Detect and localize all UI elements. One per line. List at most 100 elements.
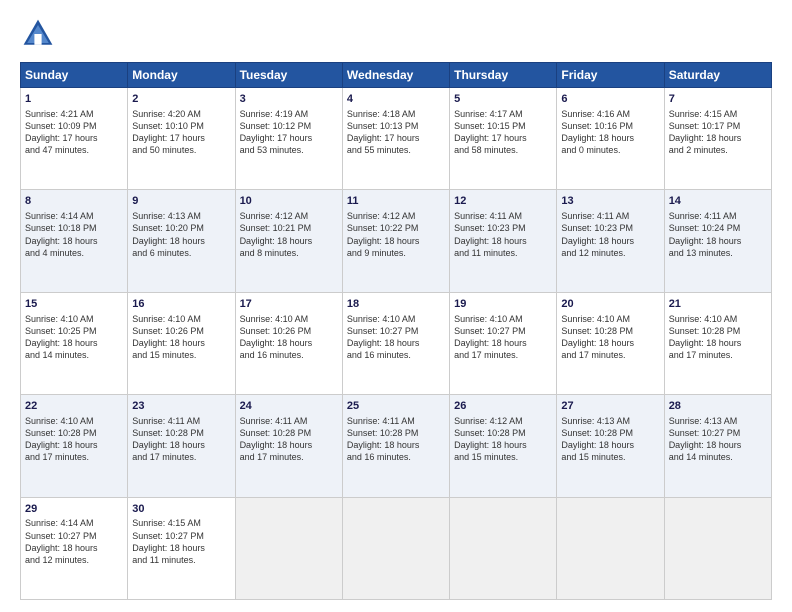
day-number: 13: [561, 194, 659, 209]
day-info: Daylight: 18 hours: [454, 235, 552, 247]
day-number: 2: [132, 92, 230, 107]
calendar-cell: 11Sunrise: 4:12 AMSunset: 10:22 PMDaylig…: [342, 190, 449, 292]
day-number: 1: [25, 92, 123, 107]
day-info: Sunset: 10:28 PM: [454, 427, 552, 439]
day-info: Sunrise: 4:17 AM: [454, 108, 552, 120]
day-info: and 17 minutes.: [561, 349, 659, 361]
day-info: and 55 minutes.: [347, 144, 445, 156]
day-number: 21: [669, 297, 767, 312]
day-header-thursday: Thursday: [450, 63, 557, 88]
day-info: Sunset: 10:23 PM: [561, 222, 659, 234]
calendar-cell: 13Sunrise: 4:11 AMSunset: 10:23 PMDaylig…: [557, 190, 664, 292]
day-info: and 14 minutes.: [25, 349, 123, 361]
day-info: Sunrise: 4:11 AM: [454, 210, 552, 222]
calendar-cell: 25Sunrise: 4:11 AMSunset: 10:28 PMDaylig…: [342, 395, 449, 497]
day-info: Daylight: 18 hours: [454, 439, 552, 451]
day-info: Sunrise: 4:14 AM: [25, 210, 123, 222]
day-info: Daylight: 18 hours: [132, 337, 230, 349]
day-number: 10: [240, 194, 338, 209]
day-info: Sunset: 10:27 PM: [132, 530, 230, 542]
day-info: Sunrise: 4:11 AM: [561, 210, 659, 222]
day-info: Daylight: 18 hours: [561, 439, 659, 451]
day-info: Sunset: 10:28 PM: [240, 427, 338, 439]
calendar-header: SundayMondayTuesdayWednesdayThursdayFrid…: [21, 63, 772, 88]
day-info: Daylight: 18 hours: [132, 439, 230, 451]
calendar-cell: 12Sunrise: 4:11 AMSunset: 10:23 PMDaylig…: [450, 190, 557, 292]
day-info: and 17 minutes.: [669, 349, 767, 361]
day-info: and 2 minutes.: [669, 144, 767, 156]
calendar-week-1: 1Sunrise: 4:21 AMSunset: 10:09 PM Dayligh…: [21, 88, 772, 190]
calendar-cell: 24Sunrise: 4:11 AMSunset: 10:28 PMDaylig…: [235, 395, 342, 497]
day-info: Daylight: 18 hours: [347, 439, 445, 451]
day-info: Sunset: 10:26 PM: [132, 325, 230, 337]
day-info: Sunset: 10:27 PM: [454, 325, 552, 337]
calendar-cell: 5Sunrise: 4:17 AMSunset: 10:15 PMDayligh…: [450, 88, 557, 190]
calendar-cell: 10Sunrise: 4:12 AMSunset: 10:21 PMDaylig…: [235, 190, 342, 292]
day-info: Sunrise: 4:13 AM: [669, 415, 767, 427]
day-number: 23: [132, 399, 230, 414]
day-info: Sunset: 10:18 PM: [25, 222, 123, 234]
calendar-cell: [342, 497, 449, 599]
day-info: Daylight: 17 hours: [347, 132, 445, 144]
calendar-cell: 27Sunrise: 4:13 AMSunset: 10:28 PMDaylig…: [557, 395, 664, 497]
day-info: Daylight: 18 hours: [561, 235, 659, 247]
day-number: 12: [454, 194, 552, 209]
day-info: and 17 minutes.: [25, 451, 123, 463]
day-info: Sunrise: 4:11 AM: [132, 415, 230, 427]
header-row: SundayMondayTuesdayWednesdayThursdayFrid…: [21, 63, 772, 88]
day-info: Daylight: 18 hours: [347, 337, 445, 349]
calendar-cell: 18Sunrise: 4:10 AMSunset: 10:27 PMDaylig…: [342, 292, 449, 394]
day-info: Sunrise: 4:18 AM: [347, 108, 445, 120]
day-info: Sunrise: 4:15 AM: [669, 108, 767, 120]
day-info: Daylight: 18 hours: [669, 439, 767, 451]
day-info: Sunset: 10:22 PM: [347, 222, 445, 234]
day-number: 5: [454, 92, 552, 107]
day-info: and 58 minutes.: [454, 144, 552, 156]
day-number: 8: [25, 194, 123, 209]
day-info: and 0 minutes.: [561, 144, 659, 156]
day-info: Sunrise: 4:21 AM: [25, 108, 123, 120]
day-info: Daylight: 18 hours: [347, 235, 445, 247]
day-info: Daylight: 17 hours: [132, 132, 230, 144]
day-info: Sunrise: 4:19 AM: [240, 108, 338, 120]
calendar-week-3: 15Sunrise: 4:10 AMSunset: 10:25 PMDaylig…: [21, 292, 772, 394]
day-info: Sunset: 10:28 PM: [561, 325, 659, 337]
day-info: and 14 minutes.: [669, 451, 767, 463]
day-info: Sunrise: 4:14 AM: [25, 517, 123, 529]
header: [20, 16, 772, 52]
day-info: Sunset: 10:27 PM: [347, 325, 445, 337]
day-info: Sunrise: 4:13 AM: [561, 415, 659, 427]
day-info: Sunset: 10:20 PM: [132, 222, 230, 234]
day-header-friday: Friday: [557, 63, 664, 88]
day-header-monday: Monday: [128, 63, 235, 88]
day-number: 4: [347, 92, 445, 107]
calendar-cell: [450, 497, 557, 599]
calendar: SundayMondayTuesdayWednesdayThursdayFrid…: [20, 62, 772, 600]
day-info: Sunset: 10:10 PM: [132, 120, 230, 132]
logo: [20, 16, 60, 52]
day-info: and 4 minutes.: [25, 247, 123, 259]
day-info: Sunrise: 4:12 AM: [454, 415, 552, 427]
day-info: and 12 minutes.: [25, 554, 123, 566]
day-info: Sunrise: 4:10 AM: [240, 313, 338, 325]
day-number: 7: [669, 92, 767, 107]
day-info: Daylight: 18 hours: [561, 132, 659, 144]
calendar-body: 1Sunrise: 4:21 AMSunset: 10:09 PM Dayligh…: [21, 88, 772, 600]
calendar-cell: 8Sunrise: 4:14 AMSunset: 10:18 PMDayligh…: [21, 190, 128, 292]
calendar-cell: 2Sunrise: 4:20 AMSunset: 10:10 PMDayligh…: [128, 88, 235, 190]
day-info: Sunset: 10:28 PM: [561, 427, 659, 439]
day-info: Sunset: 10:27 PM: [669, 427, 767, 439]
day-info: Sunrise: 4:12 AM: [240, 210, 338, 222]
day-number: 22: [25, 399, 123, 414]
day-info: Sunset: 10:09 PM: [25, 120, 123, 132]
day-info: Sunrise: 4:20 AM: [132, 108, 230, 120]
calendar-cell: [557, 497, 664, 599]
day-info: Sunrise: 4:10 AM: [669, 313, 767, 325]
calendar-cell: 1Sunrise: 4:21 AMSunset: 10:09 PMDayligh…: [21, 88, 128, 190]
day-info: Daylight: 18 hours: [25, 542, 123, 554]
day-info: Sunset: 10:13 PM: [347, 120, 445, 132]
day-info: Daylight: 18 hours: [561, 337, 659, 349]
day-number: 27: [561, 399, 659, 414]
day-info: Daylight: 18 hours: [669, 132, 767, 144]
day-info: Daylight: 18 hours: [669, 235, 767, 247]
